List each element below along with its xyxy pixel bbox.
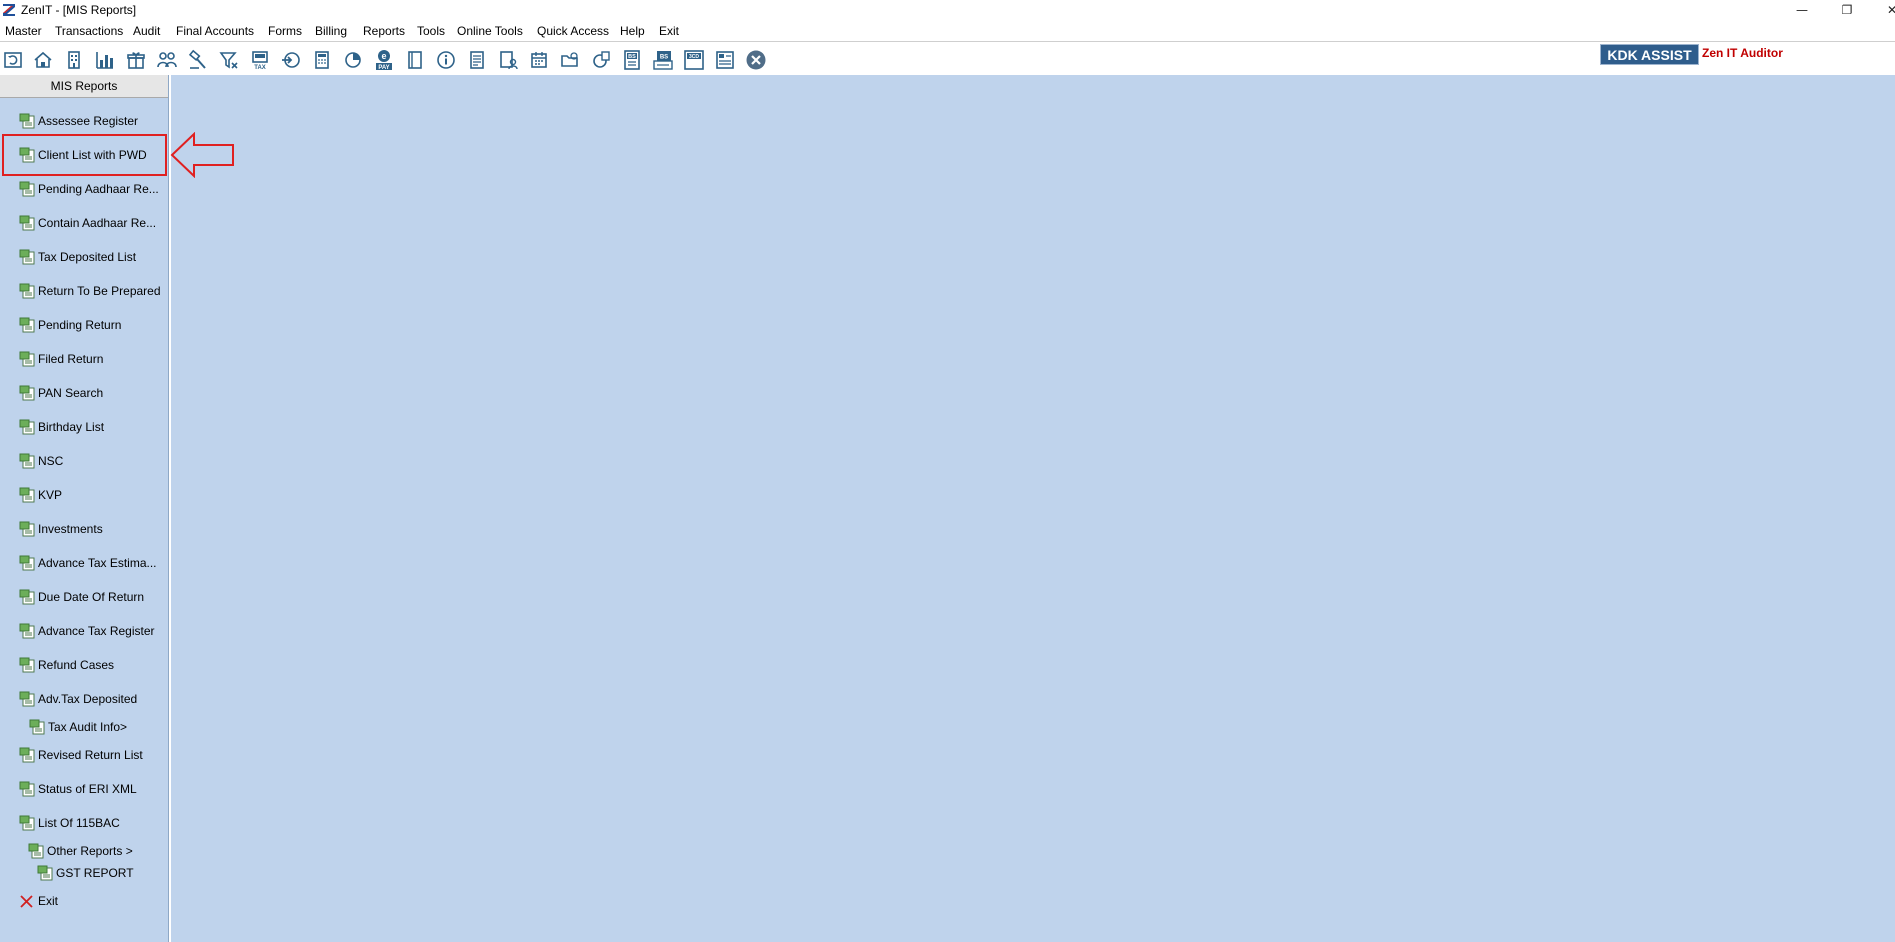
- report-item-icon: [28, 843, 44, 859]
- report-item-icon: [19, 317, 35, 333]
- bs-icon-text: BS: [628, 54, 636, 60]
- report-item-icon: [19, 113, 35, 129]
- pie-chart-icon[interactable]: [342, 49, 364, 71]
- menu-master[interactable]: Master: [5, 24, 42, 38]
- close-circle-icon[interactable]: [745, 49, 767, 71]
- hammer-icon[interactable]: [187, 49, 209, 71]
- bs-icon[interactable]: BS: [621, 49, 643, 71]
- 3cd-icon-text: 3CD: [689, 54, 699, 60]
- folder-icon[interactable]: [559, 49, 581, 71]
- report-item-icon: [37, 865, 53, 881]
- report-icon[interactable]: [714, 49, 736, 71]
- menu-final-accounts[interactable]: Final Accounts: [176, 24, 254, 38]
- menu-bar: Master Transactions Audit Final Accounts…: [0, 21, 1895, 41]
- report-item-icon: [19, 781, 35, 797]
- menu-help[interactable]: Help: [620, 24, 645, 38]
- report-item-icon: [19, 521, 35, 537]
- kdk-assist-button[interactable]: KDK ASSIST: [1600, 44, 1699, 65]
- close-window-button[interactable]: ✕: [1872, 1, 1895, 19]
- menu-transactions[interactable]: Transactions: [55, 24, 123, 38]
- report-item-icon: [19, 181, 35, 197]
- left-arrow-annotation-icon: [170, 132, 234, 178]
- menu-forms[interactable]: Forms: [268, 24, 302, 38]
- report-item-icon: [19, 419, 35, 435]
- menu-online-tools[interactable]: Online Tools: [457, 24, 523, 38]
- mis-reports-sidebar: [0, 75, 169, 942]
- sidebar-header: MIS Reports: [0, 75, 168, 98]
- menu-reports[interactable]: Reports: [363, 24, 405, 38]
- minimize-button[interactable]: —: [1782, 1, 1822, 19]
- e-pay-icon[interactable]: e PAY: [373, 49, 395, 71]
- refresh-icon[interactable]: [2, 49, 24, 71]
- restore-button[interactable]: ❐: [1827, 1, 1867, 19]
- report-item-icon: [19, 657, 35, 673]
- main-content-area: [171, 75, 1895, 942]
- building-icon[interactable]: [63, 49, 85, 71]
- 3cd-icon[interactable]: 3CD: [683, 49, 705, 71]
- zenit-logo-icon: [2, 3, 16, 17]
- circle-doc-icon[interactable]: [590, 49, 612, 71]
- menu-billing[interactable]: Billing: [315, 24, 347, 38]
- user-document-icon[interactable]: [497, 49, 519, 71]
- menu-quick-access[interactable]: Quick Access: [537, 24, 609, 38]
- report-item-icon: [19, 351, 35, 367]
- report-item-icon: [29, 719, 45, 735]
- exit-x-icon: [20, 895, 33, 908]
- bs-add-icon-text: BS: [660, 55, 668, 61]
- report-item-icon: [19, 215, 35, 231]
- zen-it-auditor-link[interactable]: Zen IT Auditor: [1702, 46, 1783, 60]
- tax-icon[interactable]: TAX: [249, 49, 271, 71]
- book-icon[interactable]: [404, 49, 426, 71]
- calculator-icon[interactable]: [311, 49, 333, 71]
- ledger-icon[interactable]: [466, 49, 488, 71]
- users-icon[interactable]: [156, 49, 178, 71]
- menu-audit[interactable]: Audit: [133, 24, 160, 38]
- report-item-icon: [19, 283, 35, 299]
- report-item-icon: [19, 487, 35, 503]
- info-icon[interactable]: [435, 49, 457, 71]
- tax-icon-text: TAX: [254, 65, 266, 71]
- report-item-icon: [19, 249, 35, 265]
- report-item-icon: [19, 453, 35, 469]
- menu-tools[interactable]: Tools: [417, 24, 445, 38]
- window-title: ZenIT - [MIS Reports]: [21, 3, 137, 17]
- filter-icon[interactable]: [218, 49, 240, 71]
- report-item-icon: [19, 815, 35, 831]
- bs-add-icon[interactable]: BS: [652, 49, 674, 71]
- report-item-icon: [19, 385, 35, 401]
- pay-icon-text: PAY: [378, 65, 389, 71]
- report-item-icon: [19, 555, 35, 571]
- bar-chart-icon[interactable]: [94, 49, 116, 71]
- home-icon[interactable]: [32, 49, 54, 71]
- report-item-icon: [19, 589, 35, 605]
- arrow-circle-icon[interactable]: [280, 49, 302, 71]
- gift-icon[interactable]: [125, 49, 147, 71]
- calendar-icon[interactable]: [528, 49, 550, 71]
- svg-text:e: e: [381, 51, 386, 61]
- report-item-icon: [19, 623, 35, 639]
- report-item-icon: [19, 747, 35, 763]
- title-bar: ZenIT - [MIS Reports] — ❐ ✕: [0, 0, 1895, 21]
- report-item-icon: [19, 691, 35, 707]
- highlight-box: [2, 134, 167, 176]
- menu-exit[interactable]: Exit: [659, 24, 679, 38]
